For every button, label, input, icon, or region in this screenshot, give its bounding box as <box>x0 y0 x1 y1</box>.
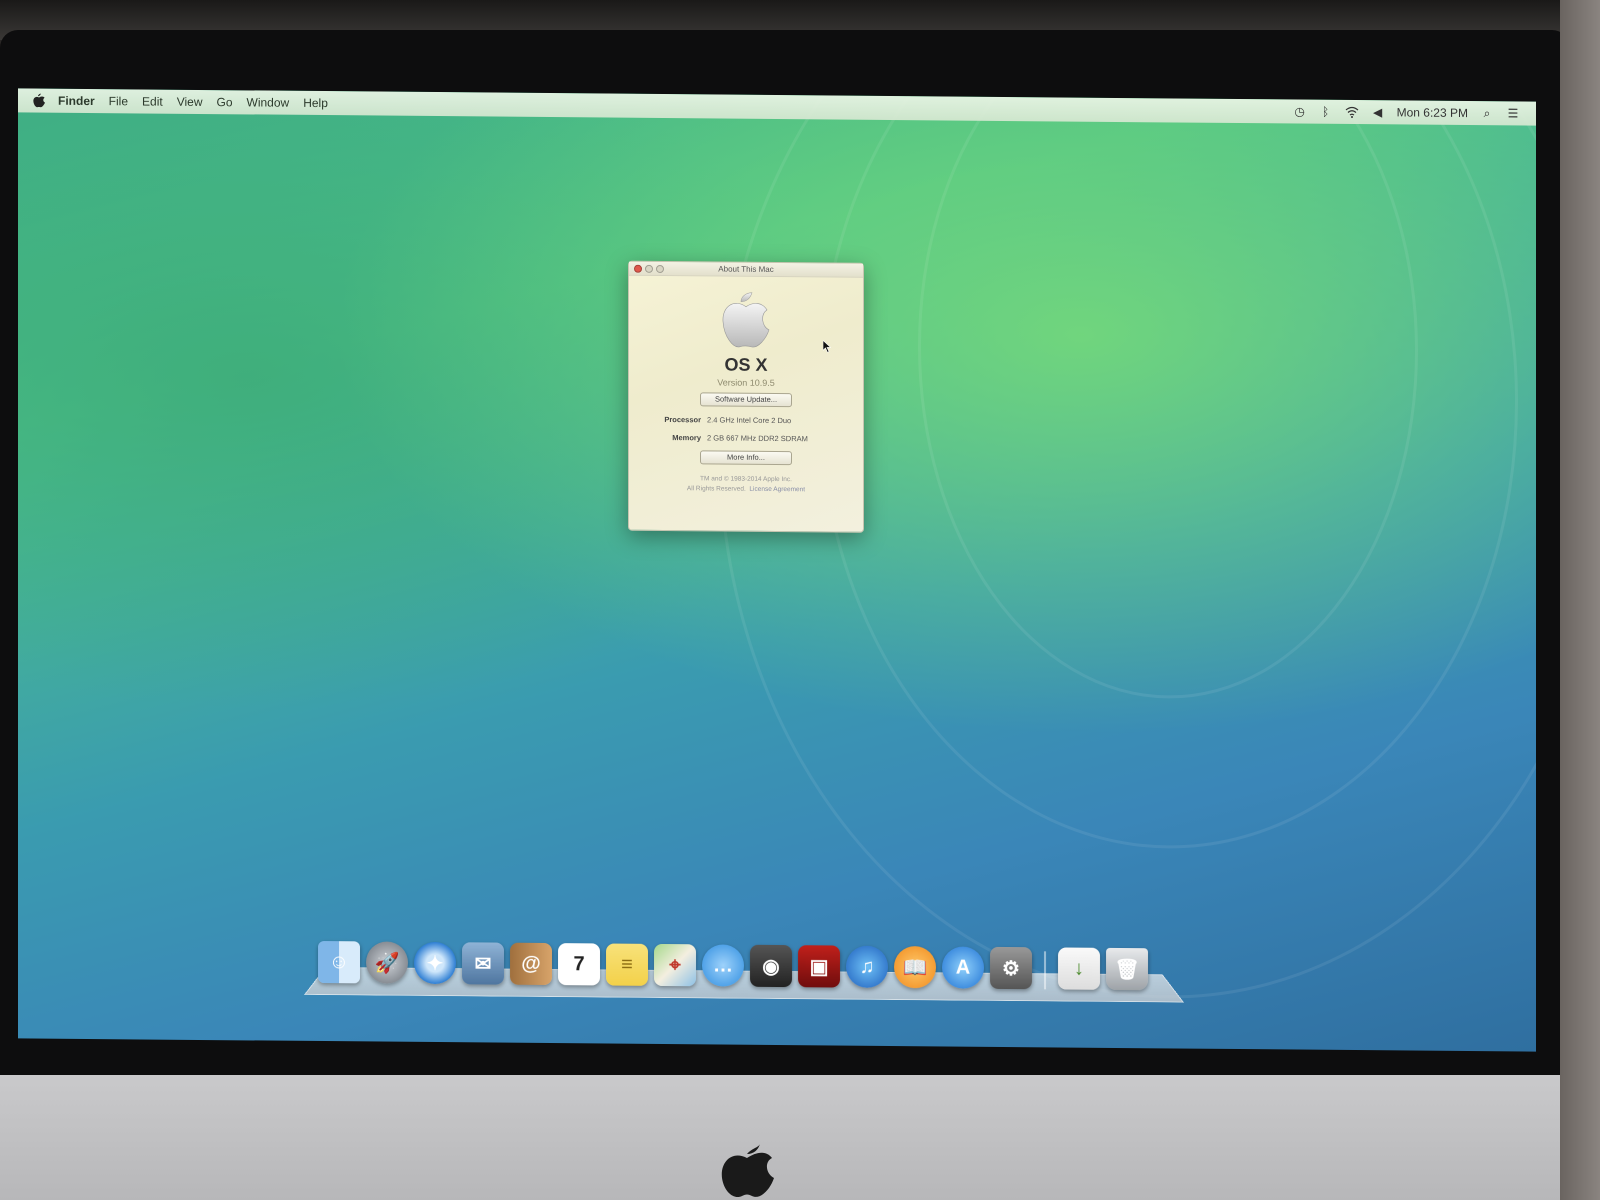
safari-glyph: ✦ <box>426 952 444 975</box>
photo-booth-icon[interactable]: ▣ <box>798 945 840 988</box>
maps-glyph: ⌖ <box>669 953 681 976</box>
menu-help[interactable]: Help <box>303 96 328 110</box>
ibooks-icon[interactable]: 📖 <box>894 946 936 989</box>
finder-glyph: ☺ <box>328 950 350 973</box>
license-agreement-link[interactable]: License Agreement <box>749 486 805 493</box>
menu-view[interactable]: View <box>177 95 203 109</box>
os-name: OS X <box>724 354 768 375</box>
safari-icon[interactable]: ✦ <box>414 941 456 985</box>
dock-separator <box>1044 951 1046 990</box>
system-preferences-icon[interactable]: ⚙ <box>990 946 1032 990</box>
about-this-mac-window: About This Mac OS X Version 10.9.5 Softw… <box>628 260 864 533</box>
calendar-glyph: 7 <box>573 952 585 975</box>
spec-value: 2 GB 667 MHz DDR2 SDRAM <box>707 433 808 444</box>
spec-row-processor: Processor 2.4 GHz Intel Core 2 Duo <box>629 415 863 426</box>
wall <box>1560 0 1600 1200</box>
time-machine-icon[interactable]: ◷ <box>1293 104 1307 119</box>
dock: ☺ 🚀 ✦ ✉ @ 7 ≡ ⌖ … ◉ ▣ ♫ 📖 A ⚙ ↓ 🗑 <box>318 940 1148 991</box>
notes-glyph: ≡ <box>621 953 633 976</box>
contacts-icon[interactable]: @ <box>510 942 552 986</box>
maps-icon[interactable]: ⌖ <box>654 943 696 987</box>
notification-center-icon[interactable]: ☰ <box>1506 106 1520 120</box>
app-store-glyph: A <box>955 956 971 979</box>
ibooks-glyph: 📖 <box>902 956 928 979</box>
more-info-button[interactable]: More Info... <box>700 450 792 466</box>
desktop: Finder File Edit View Go Window Help ◷ ᛒ… <box>18 88 1536 1052</box>
facetime-glyph: ◉ <box>762 955 780 978</box>
app-store-icon[interactable]: A <box>942 946 984 989</box>
spec-label: Memory <box>672 433 701 443</box>
notes-icon[interactable]: ≡ <box>606 943 648 986</box>
launchpad-icon[interactable]: 🚀 <box>366 941 408 984</box>
window-title: About This Mac <box>718 264 774 274</box>
mail-icon[interactable]: ✉ <box>462 942 504 985</box>
calendar-icon[interactable]: 7 <box>558 943 600 986</box>
messages-icon[interactable]: … <box>702 944 744 987</box>
downloads-stack-icon[interactable]: ↓ <box>1058 947 1100 990</box>
apple-logo-icon <box>721 1144 774 1198</box>
volume-icon[interactable]: ◀ <box>1371 105 1385 119</box>
apple-menu-icon[interactable] <box>32 92 46 108</box>
system-preferences-glyph: ⚙ <box>1002 957 1020 980</box>
menu-file[interactable]: File <box>109 94 128 108</box>
itunes-glyph: ♫ <box>859 955 875 978</box>
menu-window[interactable]: Window <box>247 95 290 109</box>
mouse-pointer-icon <box>823 340 831 353</box>
facetime-icon[interactable]: ◉ <box>750 944 792 988</box>
downloads-glyph: ↓ <box>1074 957 1084 980</box>
window-titlebar[interactable]: About This Mac <box>629 261 863 278</box>
status-menus: ◷ ᛒ ◀ Mon 6:23 PM ⌕ ☰ <box>1293 104 1520 121</box>
spotlight-search-icon[interactable]: ⌕ <box>1480 106 1494 120</box>
menu-clock[interactable]: Mon 6:23 PM <box>1397 105 1468 120</box>
menu-finder[interactable]: Finder <box>58 94 95 108</box>
messages-glyph: … <box>713 953 733 977</box>
menu-go[interactable]: Go <box>217 95 233 109</box>
contacts-glyph: @ <box>521 952 541 975</box>
spec-value: 2.4 GHz Intel Core 2 Duo <box>707 415 792 426</box>
software-update-button[interactable]: Software Update... <box>700 392 792 408</box>
spec-row-memory: Memory 2 GB 667 MHz DDR2 SDRAM <box>629 433 863 444</box>
finder-icon[interactable]: ☺ <box>318 940 360 984</box>
osx-apple-logo-icon <box>722 292 770 348</box>
mail-glyph: ✉ <box>474 952 492 976</box>
legal-text: TM and © 1983-2014 Apple Inc. All Rights… <box>629 474 863 496</box>
trash-icon[interactable]: 🗑 <box>1106 947 1148 991</box>
itunes-icon[interactable]: ♫ <box>846 945 888 988</box>
trash-glyph: 🗑 <box>1114 958 1140 981</box>
launchpad-glyph: 🚀 <box>374 951 400 975</box>
bluetooth-icon[interactable]: ᛒ <box>1319 105 1333 119</box>
rights-line: All Rights Reserved. <box>686 485 746 493</box>
os-version: Version 10.9.5 <box>717 377 775 388</box>
wifi-icon[interactable] <box>1345 105 1359 119</box>
photo-booth-glyph: ▣ <box>809 955 829 978</box>
menu-edit[interactable]: Edit <box>142 94 163 108</box>
spec-label: Processor <box>664 415 701 425</box>
